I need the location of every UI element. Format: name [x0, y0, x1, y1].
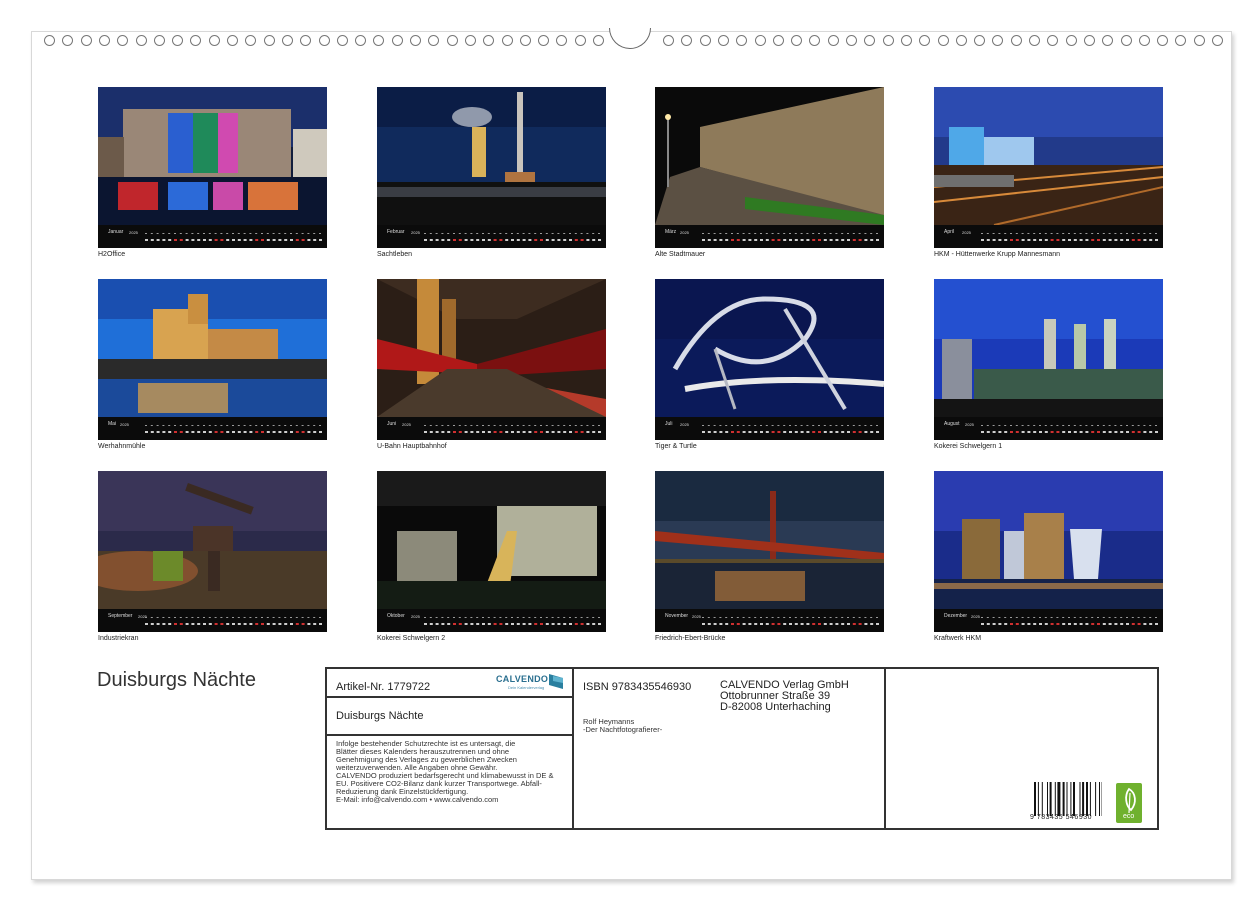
- calendar-strip: Mai2025: [98, 417, 327, 440]
- month-photo: [655, 279, 884, 417]
- photo-caption: Tiger & Turtle: [655, 443, 697, 450]
- binding-ring: [1121, 35, 1132, 46]
- binding-ring: [1011, 35, 1022, 46]
- calendar-strip: März2025: [655, 225, 884, 248]
- calvendo-logo: CALVENDO: [496, 674, 548, 684]
- spiral-binding: [0, 0, 1260, 30]
- calendar-strip: Juni2025: [377, 417, 606, 440]
- legal-notice: Infolge bestehender Schutzrechte ist es …: [336, 740, 568, 804]
- eco-label: eco: [1123, 813, 1134, 820]
- calvendo-logo-icon: [549, 674, 563, 689]
- binding-ring: [319, 35, 330, 46]
- binding-ring: [593, 35, 604, 46]
- photo-caption: U-Bahn Hauptbahnhof: [377, 443, 447, 450]
- month-photo: [377, 87, 606, 225]
- binding-ring: [392, 35, 403, 46]
- binding-ring: [99, 35, 110, 46]
- month-photo: [934, 471, 1163, 609]
- eco-badge: eco: [1116, 783, 1142, 823]
- photo-caption: Kraftwerk HKM: [934, 635, 981, 642]
- photo-caption: Alte Stadtmauer: [655, 251, 705, 258]
- month-photo: [377, 279, 606, 417]
- barcode-number: 9 783435 546930: [1030, 814, 1092, 821]
- photo-caption: H2Office: [98, 251, 125, 258]
- info-box: Artikel-Nr. 1779722 CALVENDO Dein Kalend…: [325, 667, 1159, 830]
- calvendo-tagline: Dein Kalenderverlag: [508, 685, 544, 690]
- binding-ring: [663, 35, 674, 46]
- binding-ring: [81, 35, 92, 46]
- binding-ring: [447, 35, 458, 46]
- author-tagline: -Der Nachtfotografierer-: [583, 726, 662, 734]
- calendar-strip: Oktober2025: [377, 609, 606, 632]
- binding-ring: [209, 35, 220, 46]
- binding-ring: [227, 35, 238, 46]
- binding-ring: [901, 35, 912, 46]
- photo-caption: Sachtleben: [377, 251, 412, 258]
- binding-ring: [938, 35, 949, 46]
- binding-ring: [337, 35, 348, 46]
- month-photo: [934, 279, 1163, 417]
- binding-ring: [154, 35, 165, 46]
- binding-ring: [1194, 35, 1205, 46]
- calendar-strip: September2025: [98, 609, 327, 632]
- info-calendar-title: Duisburgs Nächte: [336, 710, 423, 722]
- binding-ring: [718, 35, 729, 46]
- binding-ring: [44, 35, 55, 46]
- binding-ring: [1029, 35, 1040, 46]
- binding-ring: [1084, 35, 1095, 46]
- binding-ring: [956, 35, 967, 46]
- calendar-strip: Juli2025: [655, 417, 884, 440]
- binding-ring: [502, 35, 513, 46]
- binding-ring: [700, 35, 711, 46]
- calendar-strip: Dezember2025: [934, 609, 1163, 632]
- binding-ring: [465, 35, 476, 46]
- binding-ring: [264, 35, 275, 46]
- binding-ring: [755, 35, 766, 46]
- binding-ring: [1066, 35, 1077, 46]
- binding-ring: [575, 35, 586, 46]
- binding-ring: [282, 35, 293, 46]
- photo-caption: Kokerei Schwelgern 1: [934, 443, 1002, 450]
- binding-ring: [520, 35, 531, 46]
- month-photo: [934, 87, 1163, 225]
- article-row: Artikel-Nr. 1779722 CALVENDO Dein Kalend…: [327, 669, 572, 698]
- binding-ring: [1212, 35, 1223, 46]
- legal-line: E-Mail: info@calvendo.com • www.calvendo…: [336, 796, 568, 804]
- article-number: Artikel-Nr. 1779722: [336, 681, 430, 693]
- info-column-left: Artikel-Nr. 1779722 CALVENDO Dein Kalend…: [327, 669, 574, 828]
- photo-caption: HKM - Hüttenwerke Krupp Mannesmann: [934, 251, 1060, 258]
- publisher-line: D-82008 Unterhaching: [720, 702, 849, 713]
- calendar-strip: April2025: [934, 225, 1163, 248]
- title-row: Duisburgs Nächte: [327, 698, 572, 736]
- binding-ring: [1139, 35, 1150, 46]
- month-photo: [98, 87, 327, 225]
- photo-caption: Kokerei Schwelgern 2: [377, 635, 445, 642]
- calendar-title: Duisburgs Nächte: [97, 669, 256, 692]
- calendar-strip: Januar2025: [98, 225, 327, 248]
- isbn: ISBN 9783435546930: [583, 681, 691, 693]
- calendar-strip: August2025: [934, 417, 1163, 440]
- month-photo: [98, 279, 327, 417]
- month-photo: [655, 471, 884, 609]
- photo-caption: Werhahnmühle: [98, 443, 145, 450]
- info-column-middle: ISBN 9783435546930 CALVENDO Verlag GmbH …: [574, 669, 886, 828]
- binding-ring: [883, 35, 894, 46]
- month-photo: [377, 471, 606, 609]
- binding-ring: [773, 35, 784, 46]
- photo-caption: Friedrich-Ebert-Brücke: [655, 635, 725, 642]
- month-photo: [98, 471, 327, 609]
- binding-ring: [136, 35, 147, 46]
- binding-ring: [846, 35, 857, 46]
- binding-ring: [410, 35, 421, 46]
- binding-ring: [828, 35, 839, 46]
- publisher-address: CALVENDO Verlag GmbH Ottobrunner Straße …: [720, 680, 849, 713]
- calendar-strip: November2025: [655, 609, 884, 632]
- calendar-strip: Februar2025: [377, 225, 606, 248]
- photo-caption: Industriekran: [98, 635, 138, 642]
- month-photo: [655, 87, 884, 225]
